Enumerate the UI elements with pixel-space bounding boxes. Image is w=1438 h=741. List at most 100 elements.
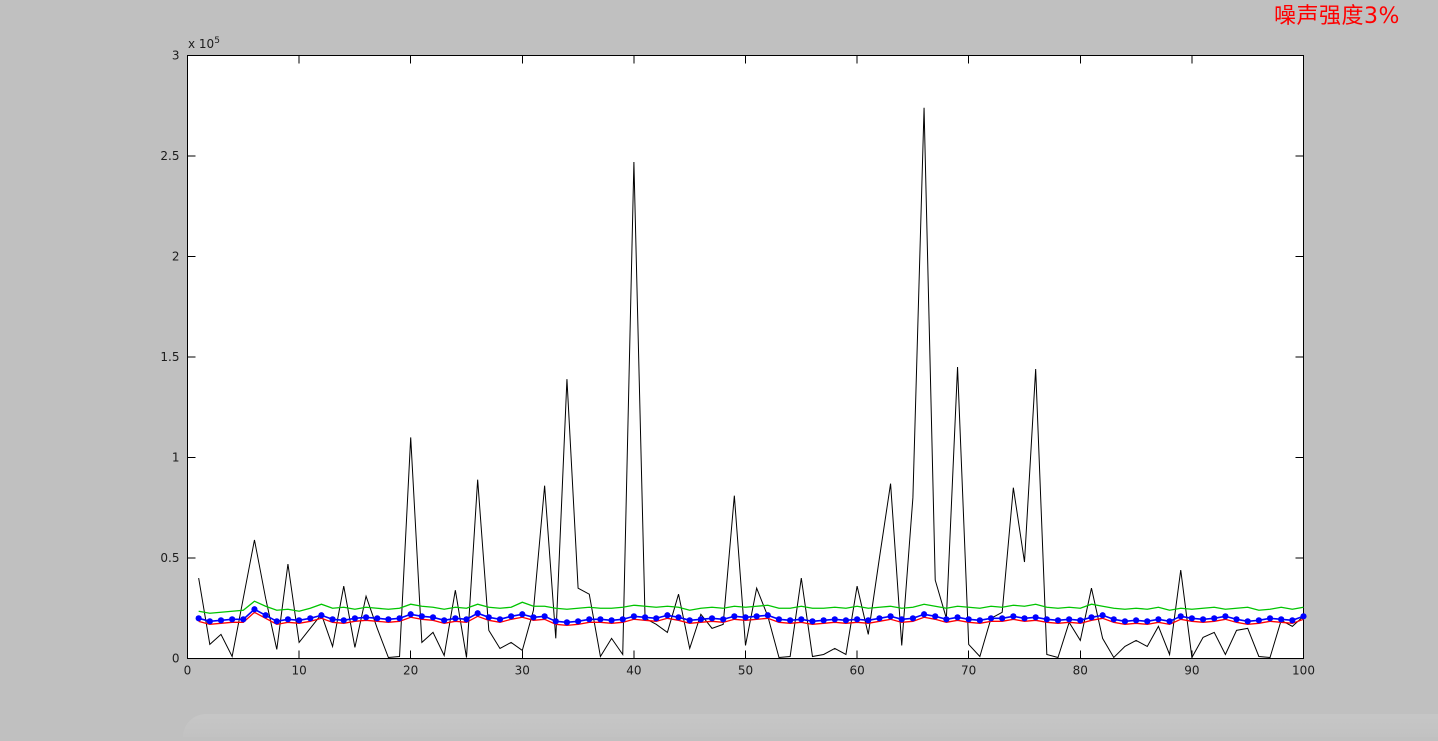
noise-level-annotation: 噪声强度3% xyxy=(1274,4,1400,29)
data-point-marker xyxy=(708,615,716,622)
data-point-marker xyxy=(396,615,403,622)
data-point-marker xyxy=(541,613,548,620)
y-tick-label: 1 xyxy=(172,451,180,465)
data-point-marker xyxy=(296,617,303,624)
data-point-marker xyxy=(1077,617,1084,624)
data-point-marker xyxy=(865,617,872,624)
data-point-marker xyxy=(854,616,861,623)
data-point-marker xyxy=(195,615,202,622)
data-point-marker xyxy=(920,611,928,618)
data-point-marker xyxy=(775,616,783,623)
data-point-marker xyxy=(519,611,526,618)
data-point-marker xyxy=(1133,617,1140,624)
matlab-figure-window: 噪声强度3% x 105 0 10 20 30 40 50 60 70 80 90 100 0 0.5 1… xyxy=(0,0,1438,737)
data-point-marker xyxy=(1177,613,1184,620)
y-tick-label: 2.5 xyxy=(160,149,179,163)
data-point-marker xyxy=(831,616,838,623)
x-tick-label: 50 xyxy=(738,664,753,678)
data-point-marker xyxy=(262,612,269,619)
data-point-marker xyxy=(731,613,738,620)
data-point-marker xyxy=(909,615,917,622)
x-tick-label: 10 xyxy=(291,664,306,678)
y-tick-label: 0 xyxy=(172,652,180,666)
data-point-marker xyxy=(251,606,258,613)
data-point-marker xyxy=(653,615,660,622)
data-point-marker xyxy=(1300,613,1307,620)
data-point-marker xyxy=(340,617,347,624)
data-point-marker xyxy=(1032,614,1039,621)
data-point-marker xyxy=(496,616,504,623)
data-point-marker xyxy=(1211,615,1218,622)
data-point-marker xyxy=(999,615,1006,622)
data-point-marker xyxy=(1110,616,1117,623)
x-tick-label: 20 xyxy=(403,664,418,678)
data-point-marker xyxy=(1289,617,1296,624)
data-point-marker xyxy=(385,616,392,623)
x-tick-label: 60 xyxy=(849,664,864,678)
data-point-marker xyxy=(206,618,213,625)
data-point-marker xyxy=(441,617,448,624)
data-point-marker xyxy=(1199,616,1207,623)
data-point-marker xyxy=(641,614,649,621)
data-point-marker xyxy=(362,614,370,621)
data-point-marker xyxy=(418,613,425,620)
data-point-marker xyxy=(675,614,682,621)
data-point-marker xyxy=(329,616,336,623)
data-point-marker xyxy=(429,614,437,621)
data-point-marker xyxy=(586,616,593,623)
data-point-marker xyxy=(1121,618,1129,625)
exponent-base: x 10 xyxy=(188,37,215,51)
data-point-marker xyxy=(552,618,559,625)
data-point-marker xyxy=(764,612,771,619)
data-point-marker xyxy=(987,615,995,622)
x-tick-label: 40 xyxy=(626,664,641,678)
y-tick-label: 1.5 xyxy=(160,350,179,364)
data-point-marker xyxy=(876,615,883,622)
data-point-marker xyxy=(753,613,760,620)
data-point-marker xyxy=(563,619,571,626)
data-point-marker xyxy=(217,617,225,624)
data-point-marker xyxy=(720,616,727,623)
data-point-marker xyxy=(307,615,314,622)
data-point-marker xyxy=(1222,613,1229,620)
x-tick-label: 90 xyxy=(1184,664,1199,678)
data-point-marker xyxy=(273,618,280,625)
y-tick-label: 2 xyxy=(172,250,180,264)
data-point-marker xyxy=(318,612,325,619)
data-point-marker xyxy=(664,612,671,619)
data-point-marker xyxy=(407,611,414,618)
data-point-marker xyxy=(508,613,515,620)
data-point-marker xyxy=(820,617,827,624)
data-point-marker xyxy=(842,617,850,624)
data-point-marker xyxy=(1066,616,1073,623)
x-tick-label: 0 xyxy=(184,664,192,678)
data-point-marker xyxy=(686,617,693,624)
data-point-marker xyxy=(1188,615,1195,622)
data-point-marker xyxy=(697,616,704,623)
data-point-marker xyxy=(608,617,615,624)
y-tick-label: 0.5 xyxy=(160,551,179,565)
chart-canvas: 0 10 20 30 40 50 60 70 80 90 100 0 0.5 1 1.5 2 2.5 3 xyxy=(160,49,1315,678)
data-point-marker xyxy=(787,617,794,624)
plot-background xyxy=(187,55,1304,659)
data-point-marker xyxy=(898,616,905,623)
data-point-marker xyxy=(452,615,459,622)
data-point-marker xyxy=(1054,617,1062,624)
data-point-marker xyxy=(1010,613,1017,620)
y-axis-exponent-label: x 105 xyxy=(188,36,220,51)
x-tick-label: 80 xyxy=(1073,664,1088,678)
exponent-power: 5 xyxy=(214,36,220,46)
data-point-marker xyxy=(1166,618,1173,625)
y-tick-label: 3 xyxy=(172,49,180,63)
data-point-marker xyxy=(1144,618,1151,625)
data-point-marker xyxy=(630,613,638,620)
x-tick-label: 70 xyxy=(961,664,976,678)
data-point-marker xyxy=(229,616,236,623)
data-point-marker xyxy=(530,614,537,621)
data-point-marker xyxy=(619,616,626,623)
data-point-marker xyxy=(1099,612,1106,619)
data-point-marker xyxy=(240,616,247,623)
data-point-marker xyxy=(809,618,816,625)
data-point-marker xyxy=(1233,616,1240,623)
data-point-marker xyxy=(597,616,604,623)
